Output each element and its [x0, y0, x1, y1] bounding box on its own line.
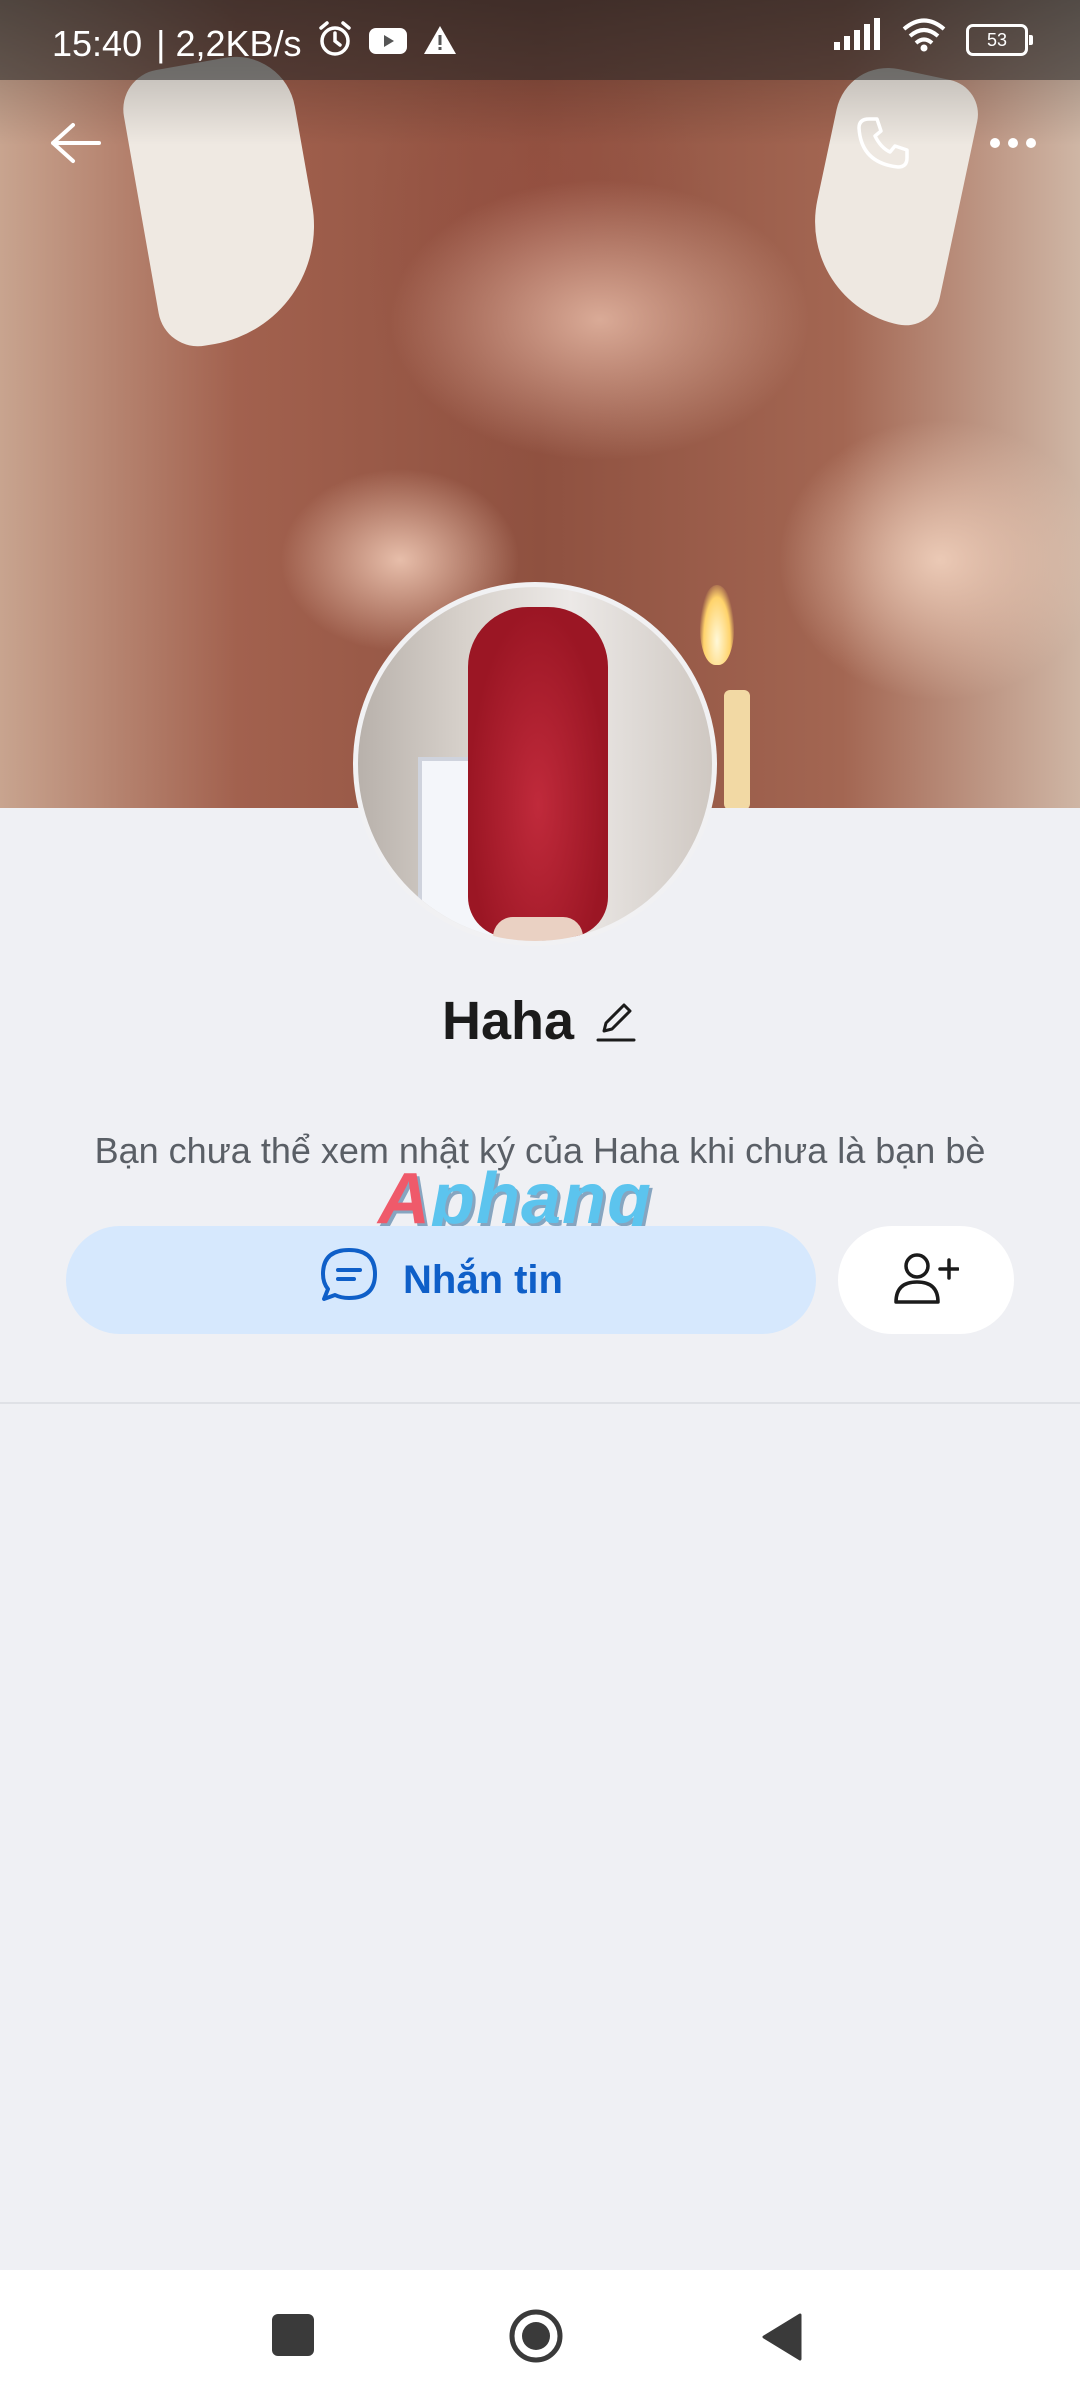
message-button[interactable]: Nhắn tin	[66, 1226, 816, 1334]
status-network-speed: | 2,2KB/s	[156, 22, 302, 64]
wifi-icon	[902, 18, 946, 61]
add-friend-icon	[893, 1250, 960, 1311]
profile-name-row: Haha	[0, 990, 1080, 1052]
warning-icon	[422, 23, 458, 65]
more-dots-icon	[989, 136, 1037, 154]
call-button[interactable]	[838, 100, 928, 190]
avatar-detail	[468, 607, 608, 937]
signal-icon	[832, 18, 882, 61]
alarm-icon	[316, 20, 354, 67]
phone-icon	[855, 115, 911, 176]
youtube-icon	[368, 23, 408, 65]
avatar[interactable]	[353, 582, 717, 946]
system-nav-bar	[0, 2270, 1080, 2400]
profile-name: Haha	[441, 991, 575, 1051]
chat-bubble-icon	[319, 1246, 379, 1314]
back-triangle-icon[interactable]	[760, 2312, 804, 2367]
message-button-label: Nhắn tin	[403, 1257, 563, 1302]
avatar-detail	[493, 917, 583, 941]
avatar-image	[358, 587, 712, 941]
more-button[interactable]	[968, 100, 1058, 190]
home-icon[interactable]	[508, 2308, 564, 2364]
back-arrow-icon	[49, 121, 101, 170]
back-button[interactable]	[30, 100, 120, 190]
pencil-icon[interactable]	[594, 999, 638, 1043]
battery-icon: 53	[966, 23, 1033, 56]
status-time: 15:40	[52, 22, 143, 64]
recent-apps-icon[interactable]	[272, 2314, 314, 2356]
divider	[0, 1402, 1080, 1404]
add-friend-button[interactable]	[838, 1226, 1014, 1334]
status-bar: 15:40 | 2,2KB/s 53	[0, 0, 1080, 80]
